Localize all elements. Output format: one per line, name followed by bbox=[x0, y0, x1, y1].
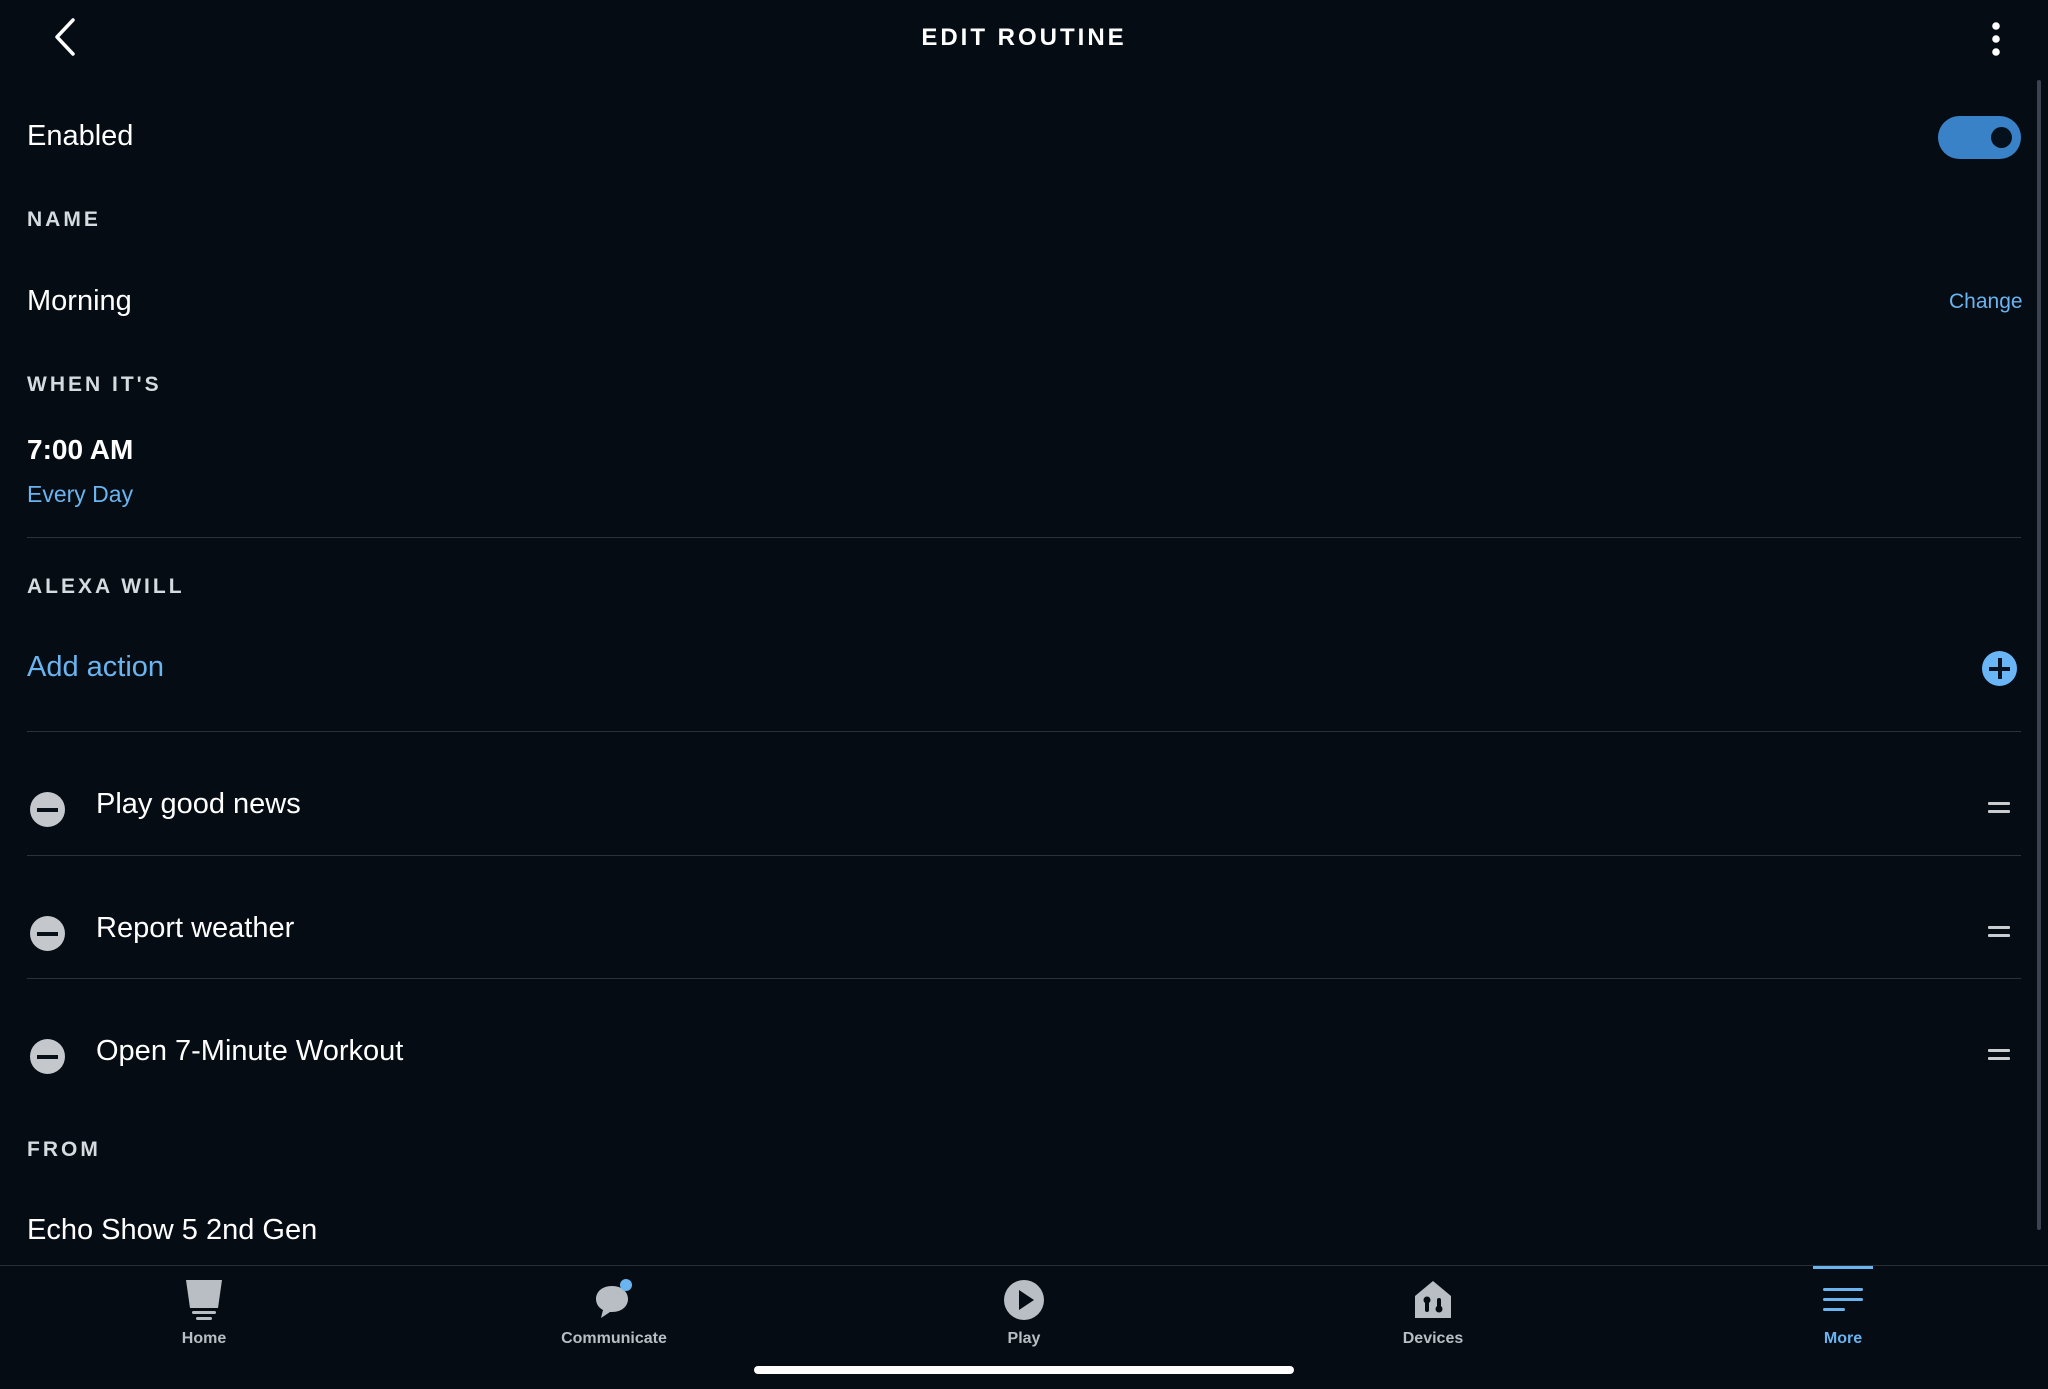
devices-icon bbox=[1415, 1281, 1451, 1318]
enabled-toggle[interactable] bbox=[1938, 116, 2021, 159]
more-options-button[interactable] bbox=[1976, 16, 2016, 62]
divider bbox=[27, 978, 2021, 979]
enabled-label: Enabled bbox=[27, 120, 134, 152]
action-row[interactable]: Open 7-Minute Workout bbox=[0, 1015, 2048, 1135]
action-label: Open 7-Minute Workout bbox=[96, 1035, 404, 1067]
top-bar: EDIT ROUTINE bbox=[0, 0, 2048, 76]
nav-label: More bbox=[1823, 1330, 1863, 1347]
page-title: EDIT ROUTINE bbox=[921, 24, 1127, 51]
action-label: Report weather bbox=[96, 912, 295, 944]
divider bbox=[27, 855, 2021, 856]
nav-label: Communicate bbox=[561, 1330, 667, 1347]
remove-action-icon[interactable] bbox=[30, 792, 65, 827]
notification-badge bbox=[620, 1279, 632, 1291]
nav-communicate[interactable]: Communicate bbox=[524, 1266, 704, 1356]
change-name-link[interactable]: Change bbox=[1949, 290, 2023, 314]
nav-label: Home bbox=[181, 1330, 227, 1347]
action-row[interactable]: Report weather bbox=[0, 892, 2048, 1012]
more-icon bbox=[1823, 1288, 1863, 1311]
remove-action-icon[interactable] bbox=[30, 1039, 65, 1074]
nav-play[interactable]: Play bbox=[934, 1266, 1114, 1356]
nav-devices[interactable]: Devices bbox=[1343, 1266, 1523, 1356]
drag-handle-icon[interactable] bbox=[1988, 926, 2010, 940]
communicate-icon bbox=[596, 1279, 632, 1318]
drag-handle-icon[interactable] bbox=[1988, 802, 2010, 816]
nav-label: Devices bbox=[1402, 1330, 1464, 1347]
kebab-menu-icon bbox=[1992, 22, 2000, 56]
nav-label: Play bbox=[1007, 1330, 1041, 1347]
nav-home[interactable]: Home bbox=[114, 1266, 294, 1356]
toggle-knob bbox=[1991, 127, 2012, 148]
add-action-link[interactable]: Add action bbox=[27, 651, 164, 684]
nav-more[interactable]: More bbox=[1753, 1266, 1933, 1356]
play-icon bbox=[1004, 1280, 1044, 1320]
schedule-time[interactable]: 7:00 AM bbox=[27, 434, 133, 466]
schedule-frequency[interactable]: Every Day bbox=[27, 481, 133, 508]
divider bbox=[27, 537, 2021, 538]
home-indicator[interactable] bbox=[754, 1366, 1294, 1374]
name-section-label: NAME bbox=[27, 208, 101, 231]
remove-action-icon[interactable] bbox=[30, 916, 65, 951]
device-name[interactable]: Echo Show 5 2nd Gen bbox=[27, 1214, 317, 1247]
from-section-label: FROM bbox=[27, 1138, 101, 1161]
divider bbox=[27, 731, 2021, 732]
drag-handle-icon[interactable] bbox=[1988, 1049, 2010, 1063]
add-action-plus-icon[interactable] bbox=[1982, 651, 2017, 686]
home-icon bbox=[186, 1280, 222, 1320]
routine-name: Morning bbox=[27, 285, 132, 317]
action-label: Play good news bbox=[96, 788, 301, 820]
action-row[interactable]: Play good news bbox=[0, 768, 2048, 888]
when-section-label: WHEN IT'S bbox=[27, 373, 162, 396]
alexa-will-section-label: ALEXA WILL bbox=[27, 575, 185, 598]
